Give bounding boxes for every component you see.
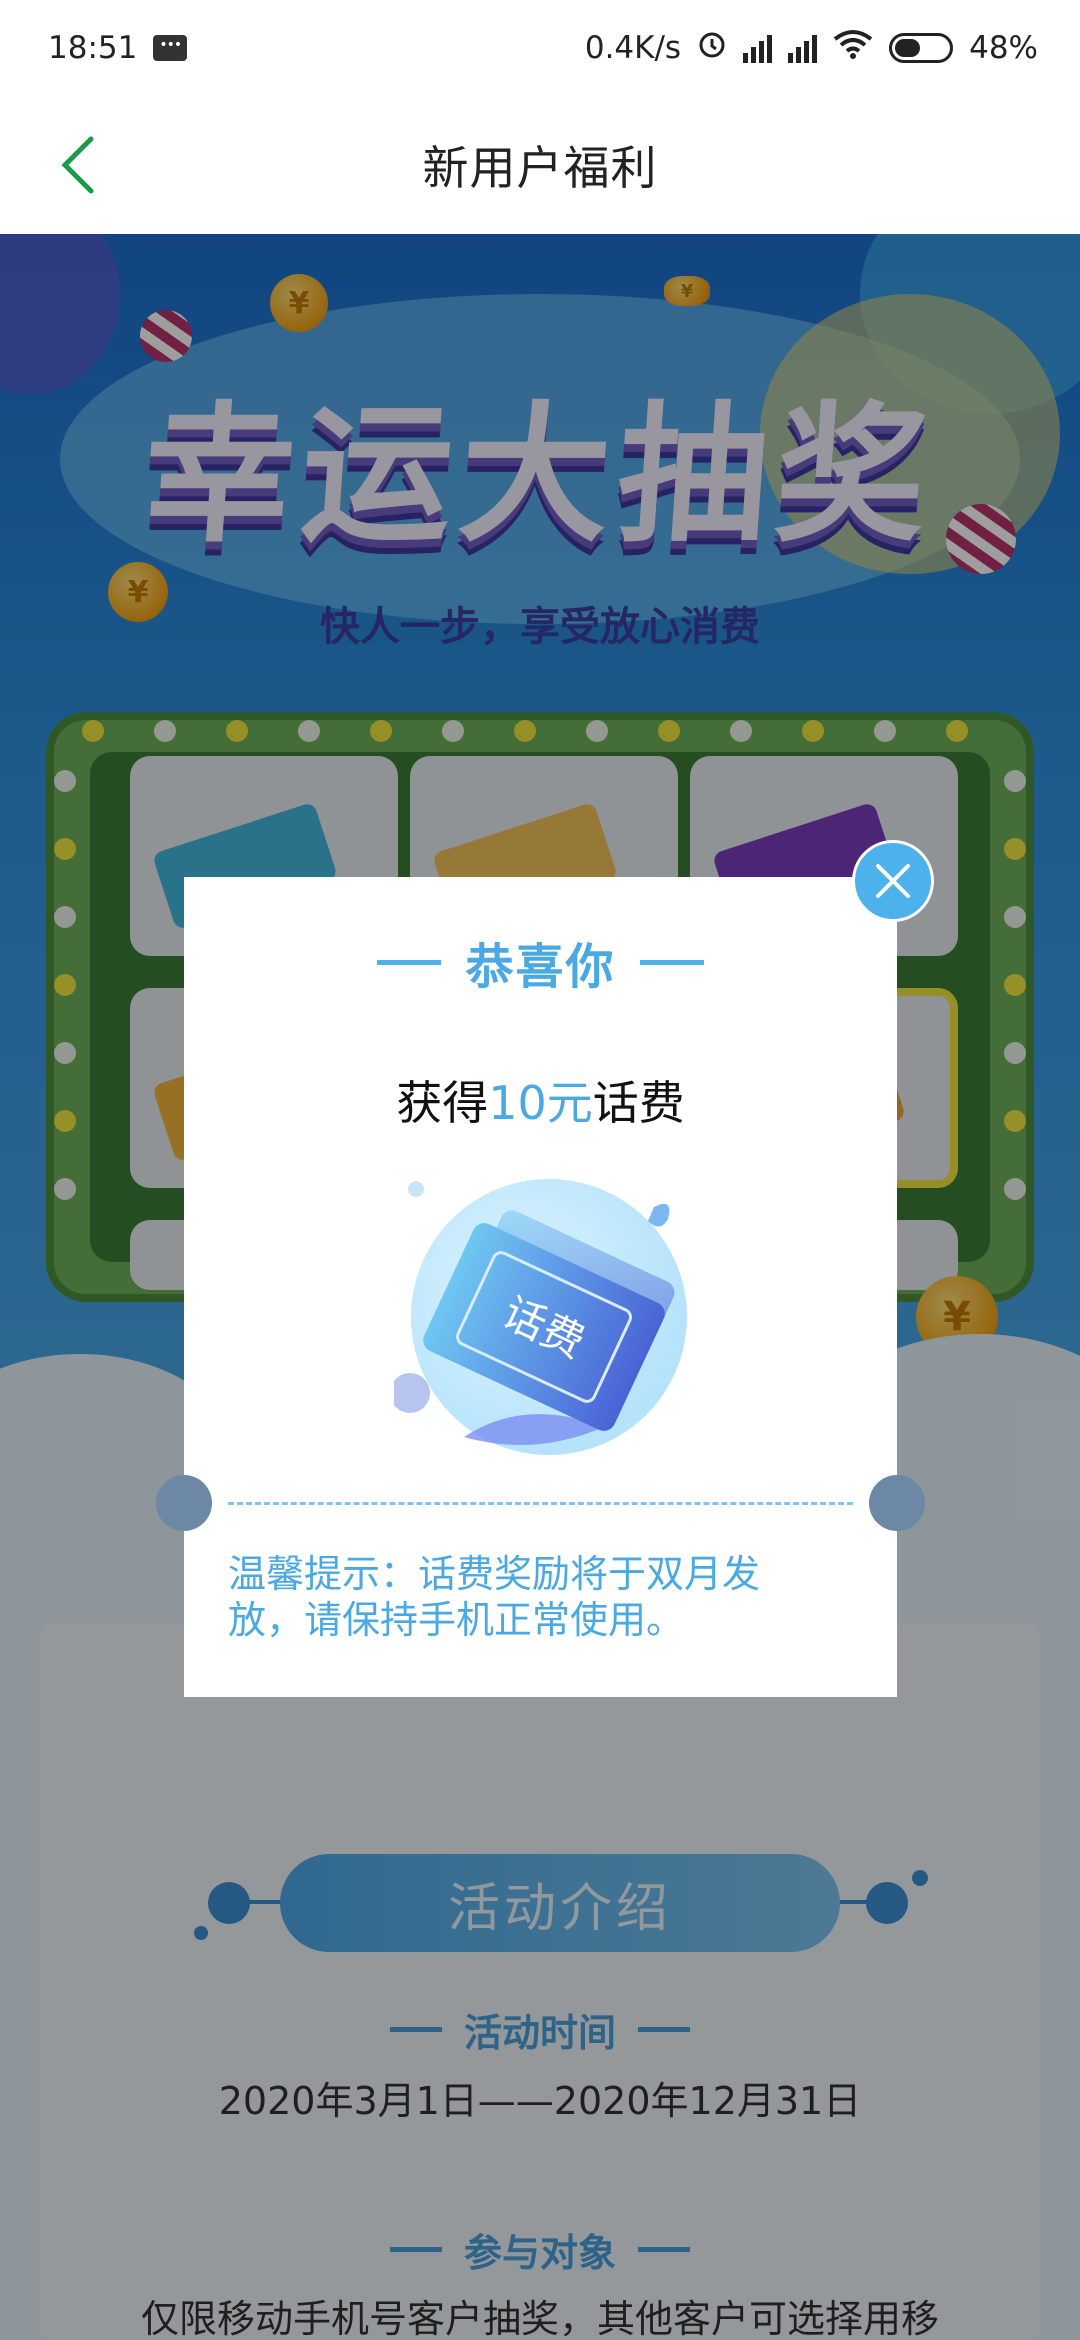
prize-suffix: 话费 [592,1076,685,1130]
battery-fill [895,39,921,57]
message-icon [153,35,188,61]
status-left: 18:51 [48,30,188,66]
modal-heading: 恭喜你 [184,927,897,997]
prize-value: 10元 [488,1076,593,1130]
dashed-divider [228,1502,853,1505]
status-time: 18:51 [48,30,138,66]
page-title: 新用户福利 [422,141,658,195]
tip-text: 温馨提示：话费奖励将于双月发放，请保持手机正常使用。 [228,1552,761,1642]
ticket-notch [869,1475,925,1531]
chevron-left-icon [61,136,94,194]
alarm-icon [697,29,727,67]
signal-hd-icon [743,33,773,63]
back-button[interactable] [48,132,108,198]
app-header: 新用户福利 [0,96,1080,234]
network-speed: 0.4K/s [584,30,682,66]
modal-title: 恭喜你 [465,939,616,995]
phone-credit-ticket-icon: 话费 [390,1167,694,1467]
status-right: 0.4K/s 48% [585,29,1038,67]
battery-text: 48% [969,30,1038,66]
wifi-icon [833,29,873,67]
battery-icon [889,33,954,63]
prize-prefix: 获得 [396,1076,489,1130]
status-bar: 18:51 0.4K/s 48% [0,0,1080,96]
close-button[interactable] [852,840,934,922]
heading-dash [377,959,442,965]
prize-text: 获得10元话费 [184,1067,897,1133]
ticket-notch [156,1475,212,1531]
signal-hd-icon [788,33,818,63]
heading-dash [639,959,704,965]
close-icon [876,864,910,898]
prize-modal: 恭喜你 获得10元话费 话费 温馨提示：话费奖励将于双月发放，请保持手机正常使用… [156,877,925,1697]
